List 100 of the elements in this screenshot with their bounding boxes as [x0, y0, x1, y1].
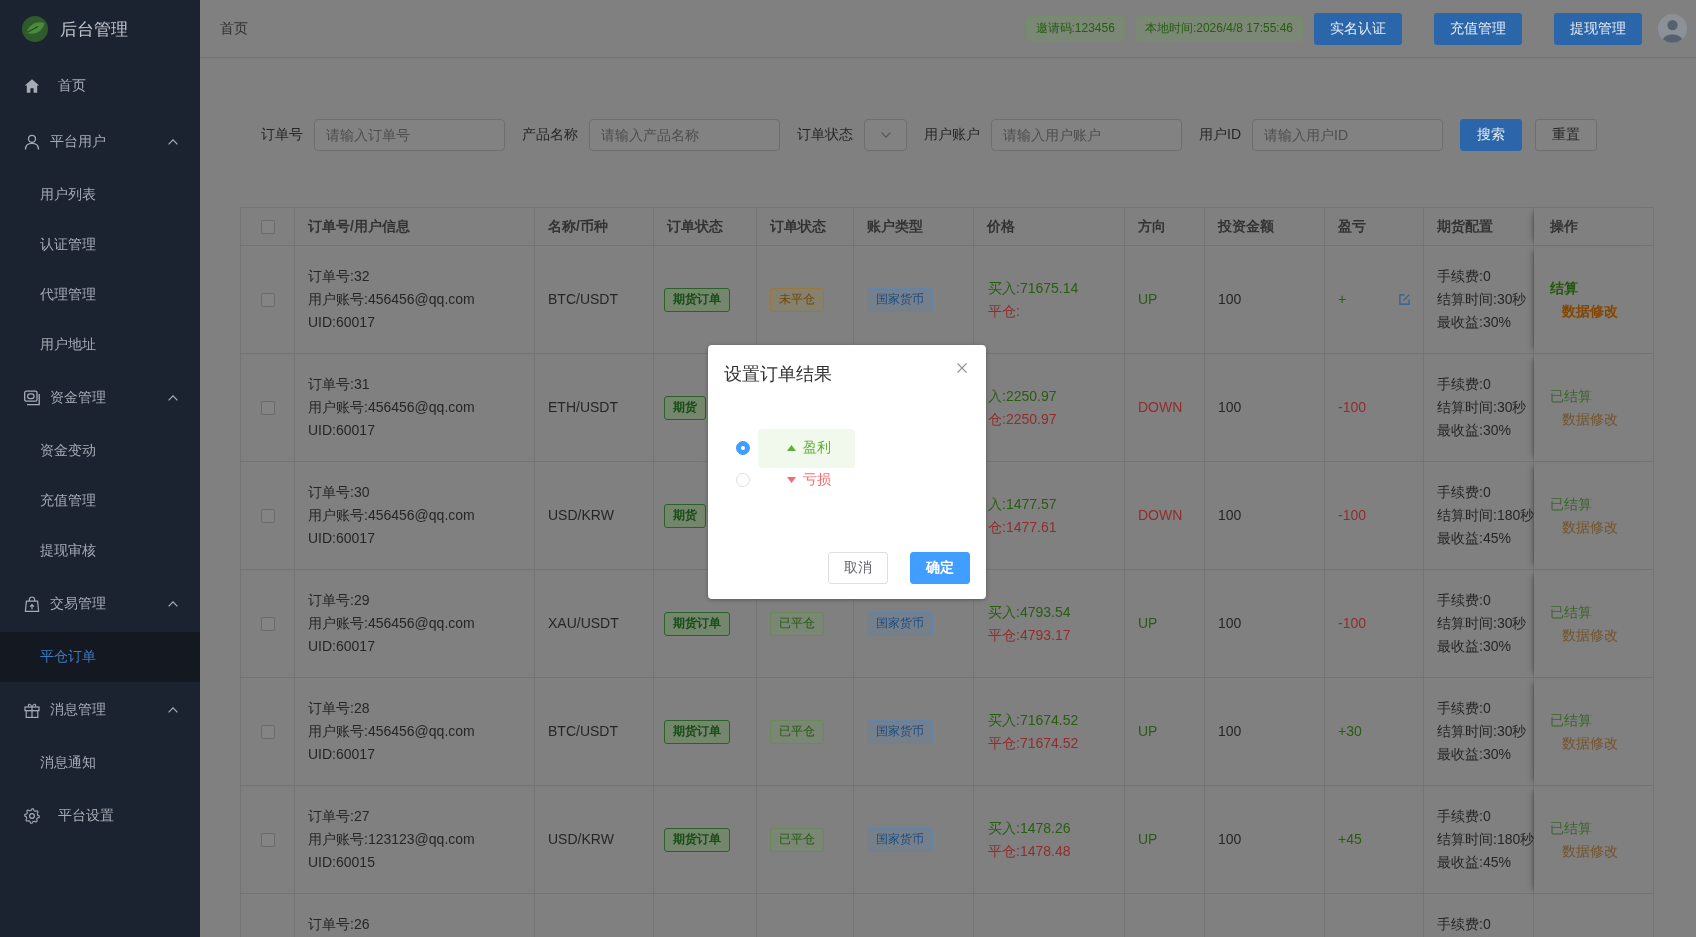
dialog-title: 设置订单结果: [724, 363, 832, 385]
menu-item[interactable]: 平台设置: [0, 788, 200, 844]
user-id-text: UID:60017: [308, 637, 375, 656]
user-account-text: 用户账号:456456@qq.com: [308, 290, 475, 309]
direction-text: UP: [1138, 290, 1158, 309]
row-checkbox[interactable]: [260, 832, 275, 847]
logo-text: 后台管理: [60, 18, 128, 41]
row-checkbox[interactable]: [260, 724, 275, 739]
symbol-text: USD/KRW: [548, 506, 614, 525]
radio-button[interactable]: [736, 441, 750, 455]
user-account-text: 用户账号:456456@qq.com: [308, 398, 475, 417]
header-button[interactable]: 实名认证: [1314, 12, 1402, 45]
fee-text: 手续费:0: [1437, 267, 1491, 286]
status-tag: 未平仓: [770, 287, 824, 312]
buy-price-text: 买入:4793.54: [988, 602, 1071, 622]
max-return-text: 最收益:45%: [1437, 529, 1511, 548]
column-header: 价格: [987, 217, 1015, 236]
confirm-button[interactable]: 确定: [910, 552, 970, 584]
column-header: 投资金额: [1218, 217, 1274, 236]
account-type-tag: 国家货币: [867, 719, 933, 744]
avatar-icon[interactable]: [1658, 14, 1687, 43]
max-return-text: 最收益:30%: [1437, 313, 1511, 332]
direction-text: DOWN: [1138, 506, 1183, 525]
filter-label: 订单号: [261, 126, 303, 144]
row-checkbox[interactable]: [260, 292, 275, 307]
column-header: 名称/币种: [548, 217, 608, 236]
submenu-item[interactable]: 资金变动: [0, 426, 200, 476]
row-checkbox[interactable]: [260, 508, 275, 523]
breadcrumb-item[interactable]: 首页: [220, 19, 248, 38]
submenu-item[interactable]: 认证管理: [0, 220, 200, 270]
menu-group[interactable]: 平台用户: [0, 114, 200, 170]
search-button[interactable]: 搜索: [1460, 119, 1522, 151]
buy-price-text: 买入:1478.26: [988, 818, 1071, 838]
cancel-button[interactable]: 取消: [828, 552, 888, 584]
symbol-text: BTC/USDT: [548, 722, 618, 741]
order-type-tag: 期货: [664, 395, 706, 420]
direction-text: UP: [1138, 614, 1158, 633]
order-type-tag: 期货订单: [664, 611, 730, 636]
submenu-item[interactable]: 代理管理: [0, 270, 200, 320]
amount-text: 100: [1218, 398, 1242, 417]
user-account-text: 用户账号:123123@qq.com: [308, 830, 475, 849]
leaf-logo-icon: [22, 16, 48, 42]
menu-group[interactable]: 消息管理: [0, 682, 200, 738]
column-header: 订单状态: [770, 217, 826, 236]
user-icon: [24, 134, 40, 150]
submenu-item[interactable]: 提现审核: [0, 526, 200, 576]
order-type-tag: 期货订单: [664, 827, 730, 852]
filter-label: 产品名称: [522, 126, 578, 144]
gift-icon: [24, 702, 40, 718]
order-number-text: 订单号:31: [308, 375, 370, 394]
profit-loss-text: +45: [1338, 830, 1362, 849]
status-select[interactable]: [864, 119, 907, 151]
amount-text: 100: [1218, 614, 1242, 633]
reset-button[interactable]: 重置: [1535, 119, 1597, 151]
settle-time-text: 结算时间:30秒: [1437, 722, 1527, 741]
header-button[interactable]: 提现管理: [1554, 12, 1642, 45]
amount-text: 100: [1218, 830, 1242, 849]
select-all-checkbox[interactable]: [260, 219, 275, 234]
submenu-item[interactable]: 充值管理: [0, 476, 200, 526]
buy-price-text: 买入:71674.52: [988, 710, 1079, 730]
order-number-text: 订单号:32: [308, 267, 370, 286]
account-type-tag: 国家货币: [867, 827, 933, 852]
submenu-item[interactable]: 用户地址: [0, 320, 200, 370]
status-tag: 已平仓: [770, 719, 824, 744]
profit-loss-text: +30: [1338, 722, 1362, 741]
order-number-text: 订单号:27: [308, 807, 370, 826]
order-type-tag: 期货订单: [664, 287, 730, 312]
info-tag: 邀请码:123456: [1025, 15, 1125, 42]
column-header: 订单状态: [667, 217, 723, 236]
option-label[interactable]: 盈利: [758, 428, 855, 468]
menu-item[interactable]: 首页: [0, 58, 200, 114]
buy-price-text: 买入:71675.14: [988, 278, 1079, 298]
settle-time-text: 结算时间:180秒: [1437, 830, 1535, 849]
profit-loss-text: -100: [1338, 506, 1367, 525]
buy-price-text: 入:2250.97: [988, 386, 1057, 406]
menu-group[interactable]: 交易管理: [0, 576, 200, 632]
submenu-item[interactable]: 消息通知: [0, 738, 200, 788]
close-price-text: 仓:1477.61: [988, 517, 1057, 537]
max-return-text: 最收益:30%: [1437, 745, 1511, 764]
row-checkbox[interactable]: [260, 400, 275, 415]
row-checkbox[interactable]: [260, 616, 275, 631]
column-header: 操作: [1550, 217, 1578, 236]
status-tag: 已平仓: [770, 611, 824, 636]
account-type-tag: 国家货币: [867, 611, 933, 636]
column-header: 订单号/用户信息: [308, 217, 410, 236]
submenu-item[interactable]: 用户列表: [0, 170, 200, 220]
close-price-text: 平仓:71674.52: [988, 733, 1079, 753]
close-icon[interactable]: [957, 363, 967, 373]
shopping-bag-icon: [24, 596, 40, 612]
settle-time-text: 结算时间:180秒: [1437, 506, 1535, 525]
symbol-text: XAU/USDT: [548, 614, 619, 633]
header-button[interactable]: 充值管理: [1434, 12, 1522, 45]
close-price-text: 平仓:4793.17: [988, 625, 1071, 645]
submenu-item[interactable]: 平仓订单: [0, 632, 200, 682]
edit-icon[interactable]: [1399, 294, 1410, 305]
menu-group[interactable]: 资金管理: [0, 370, 200, 426]
triangle-up-icon: [787, 445, 796, 451]
fee-text: 手续费:0: [1437, 591, 1491, 610]
symbol-text: BTC/USDT: [548, 290, 618, 309]
status-tag: 已平仓: [770, 827, 824, 852]
